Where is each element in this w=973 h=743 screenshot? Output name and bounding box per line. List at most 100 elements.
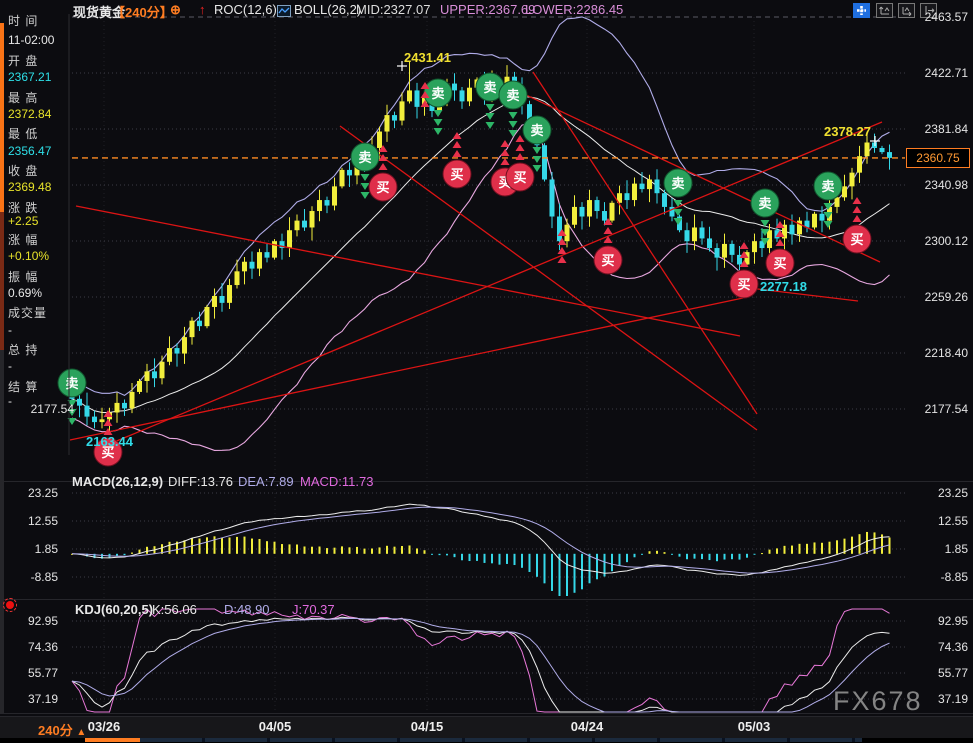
kdj-tick: 55.77 bbox=[0, 666, 58, 680]
price-tick: 2381.84 bbox=[906, 122, 968, 136]
macd-histogram bbox=[71, 532, 891, 596]
kdj-lines bbox=[72, 609, 890, 712]
svg-text:买: 买 bbox=[601, 253, 614, 268]
scrollbar-thumb[interactable] bbox=[85, 738, 140, 742]
svg-text:卖: 卖 bbox=[758, 196, 771, 211]
trading-terminal: 卖卖卖卖卖卖卖卖卖买买买买买买买买买 现货黄金 【240分】 ⊕ ↑ ROC(1… bbox=[0, 0, 973, 743]
svg-text:卖: 卖 bbox=[821, 179, 834, 194]
amplitude-value: 0.69% bbox=[8, 286, 42, 300]
date-label: 04/24 bbox=[571, 719, 604, 734]
kdj-title[interactable]: KDJ(60,20,5) bbox=[75, 602, 153, 617]
open-value: 2367.21 bbox=[8, 70, 51, 84]
boll-lower-value: LOWER:2286.45 bbox=[525, 2, 623, 18]
macd-tick-r: 1.85 bbox=[906, 542, 968, 556]
date-label: 03/26 bbox=[88, 719, 121, 734]
zoom-axis-left-icon[interactable] bbox=[876, 3, 893, 18]
field-label: 涨 幅 bbox=[8, 231, 38, 248]
price-annotation: 2378.27 bbox=[824, 124, 871, 139]
open-interest-value: - bbox=[8, 359, 12, 373]
change-value: +2.25 bbox=[8, 214, 38, 228]
macd-tick-r: -8.85 bbox=[906, 570, 968, 584]
add-indicator-icon[interactable]: ⊕ bbox=[170, 2, 181, 18]
boll-chart-icon bbox=[277, 4, 291, 22]
boll-label: BOLL(26,2) bbox=[294, 2, 361, 18]
kdj-tick: 37.19 bbox=[0, 692, 58, 706]
field-label: 最 高 bbox=[8, 89, 38, 106]
svg-text:卖: 卖 bbox=[431, 86, 444, 101]
svg-text:买: 买 bbox=[773, 256, 786, 271]
candlesticks bbox=[70, 61, 893, 432]
svg-text:买: 买 bbox=[737, 277, 750, 292]
macd-value: MACD:11.73 bbox=[300, 474, 373, 489]
watermark: FX678 bbox=[833, 686, 923, 717]
price-tick: 2463.57 bbox=[906, 10, 968, 24]
price-annotation: 2277.18 bbox=[760, 279, 807, 294]
macd-dea: DEA:7.89 bbox=[238, 474, 294, 489]
macd-tick: 12.55 bbox=[0, 514, 58, 528]
triangle-up-icon: ▲ bbox=[76, 727, 86, 738]
svg-text:卖: 卖 bbox=[483, 80, 496, 95]
change-pct-value: +0.10% bbox=[8, 249, 49, 263]
left-accent-strip-dim bbox=[0, 212, 4, 350]
svg-text:卖: 卖 bbox=[358, 150, 371, 165]
field-value: 11-02:00 bbox=[8, 33, 54, 47]
field-label: 成交量 bbox=[8, 304, 47, 321]
macd-tick: 1.85 bbox=[0, 542, 58, 556]
svg-text:买: 买 bbox=[450, 167, 463, 182]
macd-tick: -8.85 bbox=[0, 570, 58, 584]
period-selector-button[interactable]: 240分 ▲ bbox=[38, 720, 86, 739]
svg-text:买: 买 bbox=[513, 170, 526, 185]
field-label: 总 持 bbox=[8, 341, 38, 358]
macd-diff: DIFF:13.76 bbox=[168, 474, 233, 489]
field-label: 振 幅 bbox=[8, 268, 38, 285]
kdj-tick-r: 92.95 bbox=[906, 614, 968, 628]
horizontal-scrollbar[interactable] bbox=[0, 738, 973, 743]
left-accent-strip bbox=[0, 23, 4, 212]
field-label: 收 盘 bbox=[8, 162, 38, 179]
price-tick: 2340.98 bbox=[906, 178, 968, 192]
time-axis-bar: 240分 ▲ bbox=[0, 716, 973, 739]
close-value: 2369.48 bbox=[8, 180, 51, 194]
date-label: 05/03 bbox=[738, 719, 771, 734]
crosshair-pan-icon[interactable] bbox=[853, 3, 870, 18]
price-tick: 2218.40 bbox=[906, 346, 968, 360]
field-label: 最 低 bbox=[8, 125, 38, 142]
field-label: 开 盘 bbox=[8, 52, 38, 69]
price-annotation: 2163.44 bbox=[86, 434, 133, 449]
boll-mid-value: MID:2327.07 bbox=[356, 2, 430, 18]
date-label: 04/15 bbox=[411, 719, 444, 734]
record-dot-icon bbox=[6, 601, 14, 609]
kdj-tick-r: 74.36 bbox=[906, 640, 968, 654]
scrollbar-track[interactable] bbox=[140, 738, 862, 742]
kdj-tick: 74.36 bbox=[0, 640, 58, 654]
kdj-d: D:48.90 bbox=[224, 602, 270, 617]
boll-upper-value: UPPER:2367.69 bbox=[440, 2, 535, 18]
macd-gridlines bbox=[72, 493, 905, 577]
last-price-box: 2360.75 bbox=[906, 148, 970, 168]
macd-title[interactable]: MACD(26,12,9) bbox=[72, 474, 163, 489]
high-value: 2372.84 bbox=[8, 107, 51, 121]
svg-text:卖: 卖 bbox=[65, 376, 78, 391]
price-tick-left: 2177.54 bbox=[8, 402, 74, 416]
roc-label: ROC(12,6) bbox=[214, 2, 277, 18]
kdj-tick: 92.95 bbox=[0, 614, 58, 628]
period-label[interactable]: 【240分】 bbox=[112, 2, 173, 18]
svg-text:卖: 卖 bbox=[530, 123, 543, 138]
low-value: 2356.47 bbox=[8, 144, 51, 158]
svg-text:买: 买 bbox=[376, 180, 389, 195]
price-annotation: 2431.41 bbox=[404, 50, 451, 65]
volume-value: - bbox=[8, 323, 12, 337]
up-arrow-icon: ↑ bbox=[199, 2, 206, 18]
kdj-gridlines bbox=[72, 621, 905, 699]
macd-tick-r: 12.55 bbox=[906, 514, 968, 528]
price-tick: 2422.71 bbox=[906, 66, 968, 80]
svg-text:卖: 卖 bbox=[671, 176, 684, 191]
left-scroll-strip[interactable] bbox=[0, 350, 4, 713]
signal-badges[interactable]: 卖卖卖卖卖卖卖卖卖买买买买买买买买买 bbox=[58, 73, 871, 466]
price-tick: 2300.12 bbox=[906, 234, 968, 248]
macd-tick-r: 23.25 bbox=[906, 486, 968, 500]
chart-canvas: 卖卖卖卖卖卖卖卖卖买买买买买买买买买 bbox=[0, 0, 973, 743]
date-label: 04/05 bbox=[259, 719, 292, 734]
svg-text:卖: 卖 bbox=[506, 88, 519, 103]
field-label: 结 算 bbox=[8, 378, 38, 395]
